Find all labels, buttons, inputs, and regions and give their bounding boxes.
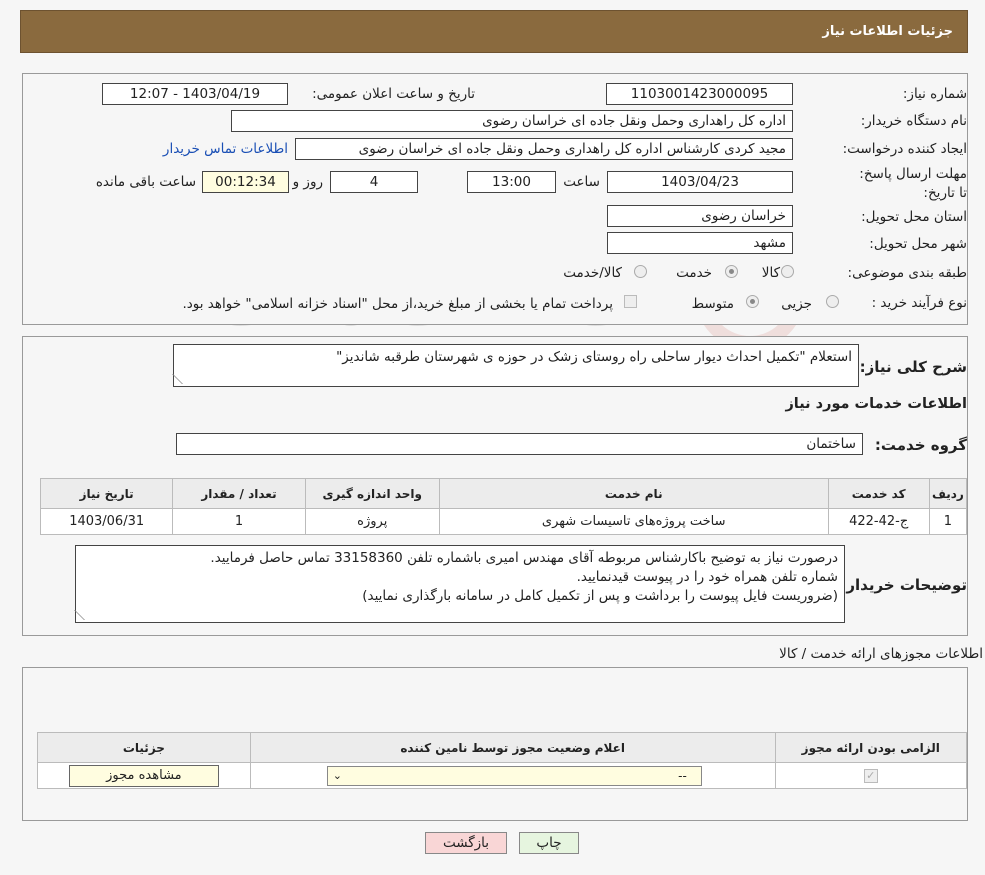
need-number-field: 1103001423000095 xyxy=(606,83,793,105)
buyer-notes-textarea[interactable]: درصورت نیاز به توضیح باکارشناس مربوطه آق… xyxy=(74,545,845,623)
category-service-label: خدمت xyxy=(676,265,712,281)
cell-details: مشاهده مجوز xyxy=(37,762,251,789)
need-number-label: شماره نیاز: xyxy=(902,86,967,102)
col-status-header: اعلام وضعیت مجوز توسط نامین کننده xyxy=(249,732,776,763)
buyer-notes-line: درصورت نیاز به توضیح باکارشناس مربوطه آق… xyxy=(210,550,838,566)
cell-status: -- ⌄ xyxy=(249,762,776,789)
city-field: مشهد xyxy=(607,232,793,254)
process-minor-radio[interactable] xyxy=(826,295,839,308)
announce-label: تاریخ و ساعت اعلان عمومی: xyxy=(312,86,475,102)
resize-grip-icon[interactable] xyxy=(172,374,192,384)
services-table-header: ردیف کد خدمت نام خدمت واحد اندازه گیری ت… xyxy=(39,478,968,509)
treasury-payment-note: پرداخت تمام یا بخشی از مبلغ خرید،از محل … xyxy=(182,296,613,312)
chevron-down-icon: ⌄ xyxy=(332,768,343,782)
remaining-time-field: 00:12:34 xyxy=(202,171,289,193)
col-details-header: جزئیات xyxy=(37,732,251,763)
category-label: طبقه بندی موضوعی: xyxy=(847,265,967,281)
col-unit-header: واحد اندازه گیری xyxy=(304,478,440,509)
cell-code: ج-42-422 xyxy=(827,508,930,535)
city-label: شهر محل تحویل: xyxy=(869,236,967,252)
buyer-notes-line: شماره تلفن همراه خود را در پیوست قیدنمای… xyxy=(576,569,838,585)
process-type-label: نوع فرآیند خرید : xyxy=(871,295,967,311)
buyer-notes-label: توضیحات خریدار: xyxy=(840,576,967,594)
col-required-header: الزامی بودن ارائه مجوز xyxy=(774,732,968,763)
cell-row: 1 xyxy=(928,508,968,535)
col-qty-header: تعداد / مقدار xyxy=(172,478,306,509)
service-group-field: ساختمان xyxy=(176,433,863,455)
announce-datetime-field: 1403/04/19 - 12:07 xyxy=(102,83,288,105)
cell-qty: 1 xyxy=(172,508,306,535)
process-medium-label: متوسط xyxy=(691,296,734,312)
permits-table: الزامی بودن ارائه مجوز اعلام وضعیت مجوز … xyxy=(37,732,968,789)
days-label: روز و xyxy=(292,174,323,190)
col-code-header: کد خدمت xyxy=(827,478,930,509)
permits-table-header: الزامی بودن ارائه مجوز اعلام وضعیت مجوز … xyxy=(37,732,968,763)
summary-label: شرح کلی نیاز: xyxy=(859,358,967,376)
services-title: اطلاعات خدمات مورد نیاز xyxy=(785,396,967,412)
cell-required: ✓ xyxy=(774,762,968,789)
service-group-label: گروه خدمت: xyxy=(874,436,967,454)
deadline-date-field: 1403/04/23 xyxy=(607,171,793,193)
view-permit-button[interactable]: مشاهده مجوز xyxy=(68,764,219,787)
permits-title: اطلاعات مجوزهای ارائه خدمت / کالا xyxy=(779,646,983,662)
province-field: خراسان رضوی xyxy=(607,205,793,227)
col-date-header: تاریخ نیاز xyxy=(39,478,174,509)
category-goods-radio[interactable] xyxy=(781,265,794,278)
permit-status-select[interactable]: -- ⌄ xyxy=(326,765,702,786)
cell-name: ساخت پروژه‌های تاسیسات شهری xyxy=(438,508,829,535)
buyer-notes-line: (ضروریست فایل پیوست را برداشت و پس از تک… xyxy=(362,588,838,604)
deadline-label: مهلت ارسال پاسخ: تا تاریخ: xyxy=(859,166,967,201)
deadline-time-label: ساعت xyxy=(563,174,600,190)
cell-unit: پروژه xyxy=(304,508,440,535)
buyer-label: نام دستگاه خریدار: xyxy=(860,113,967,129)
resize-grip-icon[interactable] xyxy=(74,610,94,620)
table-row: ✓ -- ⌄ مشاهده مجوز xyxy=(37,762,968,789)
buyer-contact-link[interactable]: اطلاعات تماس خریدار xyxy=(163,141,288,157)
print-button[interactable]: چاپ xyxy=(519,832,579,854)
category-goods-service-label: کالا/خدمت xyxy=(563,265,622,281)
required-checkbox: ✓ xyxy=(863,769,878,783)
treasury-payment-checkbox[interactable] xyxy=(624,295,637,308)
creator-label: ایجاد کننده درخواست: xyxy=(842,141,967,157)
category-goods-service-radio[interactable] xyxy=(634,265,647,278)
cell-date: 1403/06/31 xyxy=(39,508,174,535)
services-table: ردیف کد خدمت نام خدمت واحد اندازه گیری ت… xyxy=(39,478,968,535)
days-field: 4 xyxy=(330,171,418,193)
process-minor-label: جزیی xyxy=(781,296,812,312)
category-goods-label: کالا xyxy=(761,265,780,281)
creator-field: مجید کردی کارشناس اداره کل راهداری وحمل … xyxy=(295,138,793,160)
summary-textarea[interactable]: استعلام "تکمیل احداث دیوار ساحلی راه روس… xyxy=(172,344,859,387)
summary-text: استعلام "تکمیل احداث دیوار ساحلی راه روس… xyxy=(336,349,852,365)
permit-status-value: -- xyxy=(678,768,687,783)
page-header: جزئیات اطلاعات نیاز xyxy=(20,10,968,53)
back-button[interactable]: بازگشت xyxy=(425,832,507,854)
process-medium-radio[interactable] xyxy=(746,295,759,308)
province-label: استان محل تحویل: xyxy=(861,209,967,225)
deadline-time-field: 13:00 xyxy=(467,171,556,193)
remaining-label: ساعت باقی مانده xyxy=(95,174,196,190)
category-service-radio[interactable] xyxy=(725,265,738,278)
col-name-header: نام خدمت xyxy=(438,478,829,509)
col-row-header: ردیف xyxy=(928,478,968,509)
page-title: جزئیات اطلاعات نیاز xyxy=(822,24,953,39)
table-row: 1 ج-42-422 ساخت پروژه‌های تاسیسات شهری پ… xyxy=(39,508,968,535)
buyer-field: اداره کل راهداری وحمل ونقل جاده ای خراسا… xyxy=(231,110,793,132)
